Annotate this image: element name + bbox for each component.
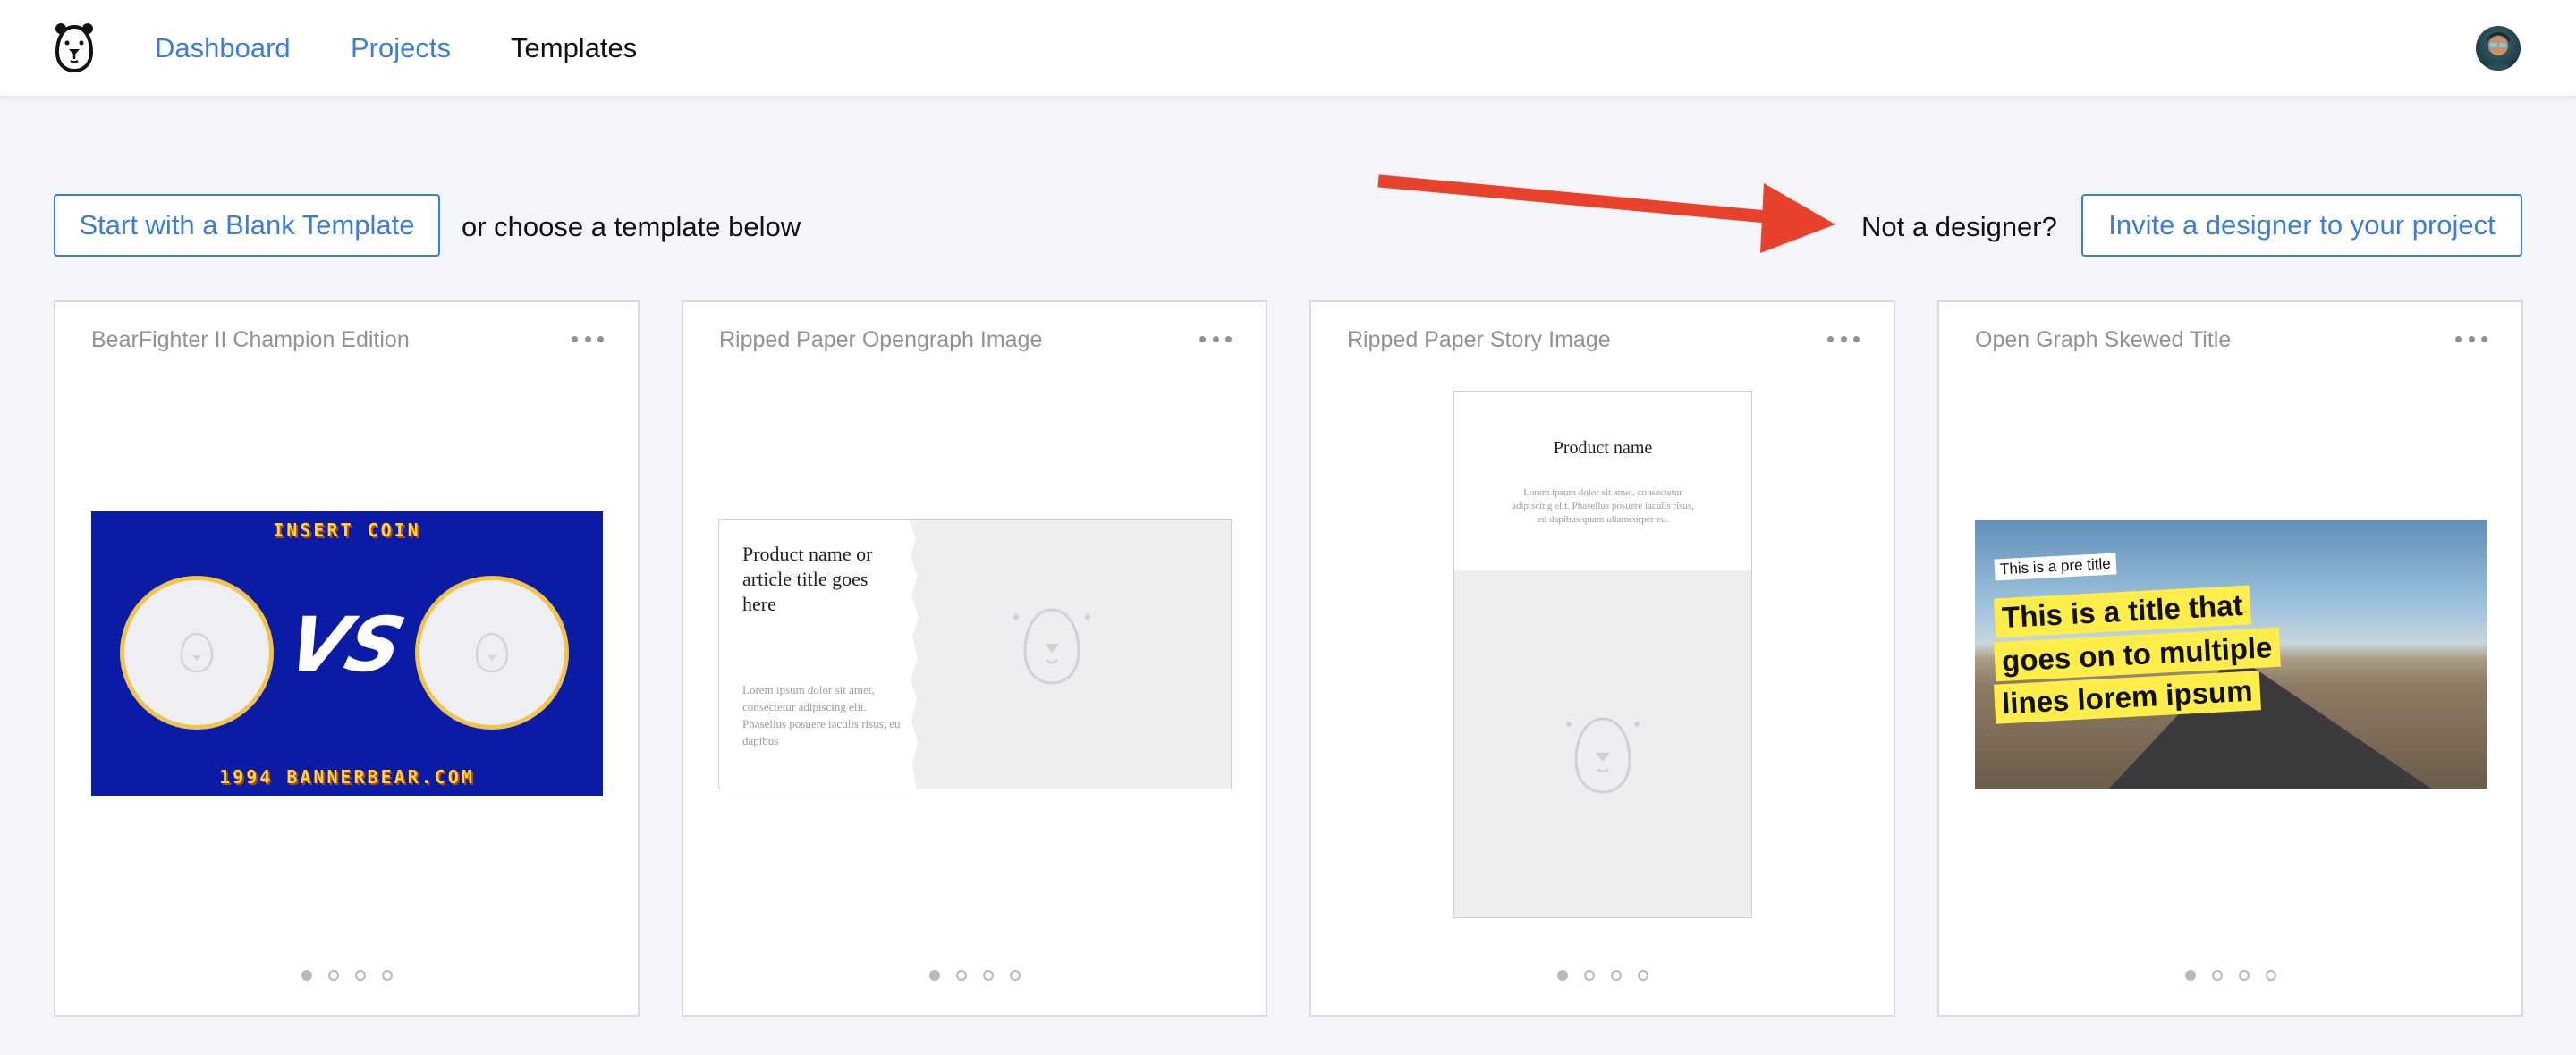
template-card-bearfighter[interactable]: BearFighter II Champion Edition INSERT C… <box>54 300 640 1017</box>
avatar-image <box>2483 32 2513 71</box>
nav-templates[interactable]: Templates <box>511 30 637 66</box>
road-background <box>2109 654 2431 789</box>
top-navigation-bar: Dashboard Projects Templates <box>0 0 2576 97</box>
carousel-dots <box>55 970 638 983</box>
more-horizontal-icon[interactable] <box>1827 325 1860 352</box>
carousel-dot[interactable] <box>1556 970 1568 981</box>
carousel-dot[interactable] <box>955 970 967 981</box>
template-card-ripped-paper-story[interactable]: Ripped Paper Story Image Product name Lo… <box>1309 300 1895 1017</box>
card-title: Ripped Paper Story Image <box>1347 327 1611 352</box>
template-card-open-graph-skewed[interactable]: Open Graph Skewed Title This is a pre ti… <box>1937 300 2523 1017</box>
carousel-dots <box>1939 970 2521 983</box>
preview-image-area <box>1454 553 1751 917</box>
bear-logo-icon[interactable] <box>54 21 95 73</box>
preview-image-area <box>909 520 1231 789</box>
carousel-dot[interactable] <box>301 970 312 981</box>
carousel-dot[interactable] <box>354 970 366 981</box>
preview-vs-text: VS <box>278 601 413 688</box>
carousel-dots <box>683 970 1266 983</box>
carousel-dot[interactable] <box>1610 970 1622 981</box>
more-horizontal-icon[interactable] <box>2455 325 2487 352</box>
more-horizontal-icon[interactable] <box>572 325 604 352</box>
carousel-dot[interactable] <box>2238 970 2250 981</box>
preview-bottom-text: 1994 BANNERBEAR.COM <box>219 766 475 788</box>
bear-placeholder-icon <box>909 520 1090 789</box>
carousel-dot[interactable] <box>1637 970 1648 981</box>
carousel-dot[interactable] <box>928 970 940 981</box>
carousel-dot[interactable] <box>2184 970 2196 981</box>
template-card-ripped-paper-opengraph[interactable]: Ripped Paper Opengraph Image Product nam… <box>682 300 1267 1017</box>
card-title: BearFighter II Champion Edition <box>91 327 410 352</box>
carousel-dots <box>1311 970 1894 983</box>
arrow-annotation <box>1377 174 1835 253</box>
carousel-dot[interactable] <box>2211 970 2223 981</box>
preview-top-text: INSERT COIN <box>273 519 421 541</box>
fighter-right-placeholder <box>415 576 569 730</box>
bear-placeholder-icon <box>1454 553 1751 794</box>
carousel-dot[interactable] <box>1583 970 1595 981</box>
card-title: Open Graph Skewed Title <box>1975 327 2232 352</box>
user-avatar[interactable] <box>2476 26 2521 71</box>
template-preview-image[interactable]: Product name or article title goes here … <box>719 520 1231 789</box>
nav-projects[interactable]: Projects <box>351 30 451 66</box>
preview-title: Product name <box>1553 438 1653 458</box>
template-preview-image[interactable]: Product name Lorem ipsum dolor sit amet,… <box>1454 392 1751 917</box>
not-designer-text: Not a designer? <box>1861 211 2057 242</box>
choose-template-text: or choose a template below <box>462 211 801 242</box>
carousel-dot[interactable] <box>1009 970 1021 981</box>
template-preview-image[interactable]: This is a pre title This is a title that… <box>1975 520 2487 789</box>
invite-designer-button[interactable]: Invite a designer to your project <box>2081 194 2522 257</box>
card-title: Ripped Paper Opengraph Image <box>719 327 1043 352</box>
bear-placeholder-icon <box>180 632 214 673</box>
preview-body: Lorem ipsum dolor sit amet, consectetur … <box>742 683 901 747</box>
carousel-dot[interactable] <box>381 970 393 981</box>
preview-pretitle: This is a pre title <box>1994 553 2117 581</box>
carousel-dot[interactable] <box>327 970 339 981</box>
more-horizontal-icon[interactable] <box>1199 325 1232 352</box>
template-preview-image[interactable]: INSERT COIN VS 1994 BANNERBEAR.COM <box>91 511 603 796</box>
carousel-dot[interactable] <box>982 970 994 981</box>
preview-title: Product name or article title goes here <box>742 543 873 615</box>
preview-body: Lorem ipsum dolor sit amet, consectetur … <box>1512 487 1694 525</box>
carousel-dot[interactable] <box>2265 970 2276 981</box>
bear-placeholder-icon <box>475 632 509 673</box>
nav-dashboard[interactable]: Dashboard <box>155 30 291 66</box>
fighter-left-placeholder <box>120 576 274 730</box>
blank-template-button[interactable]: Start with a Blank Template <box>54 194 440 257</box>
